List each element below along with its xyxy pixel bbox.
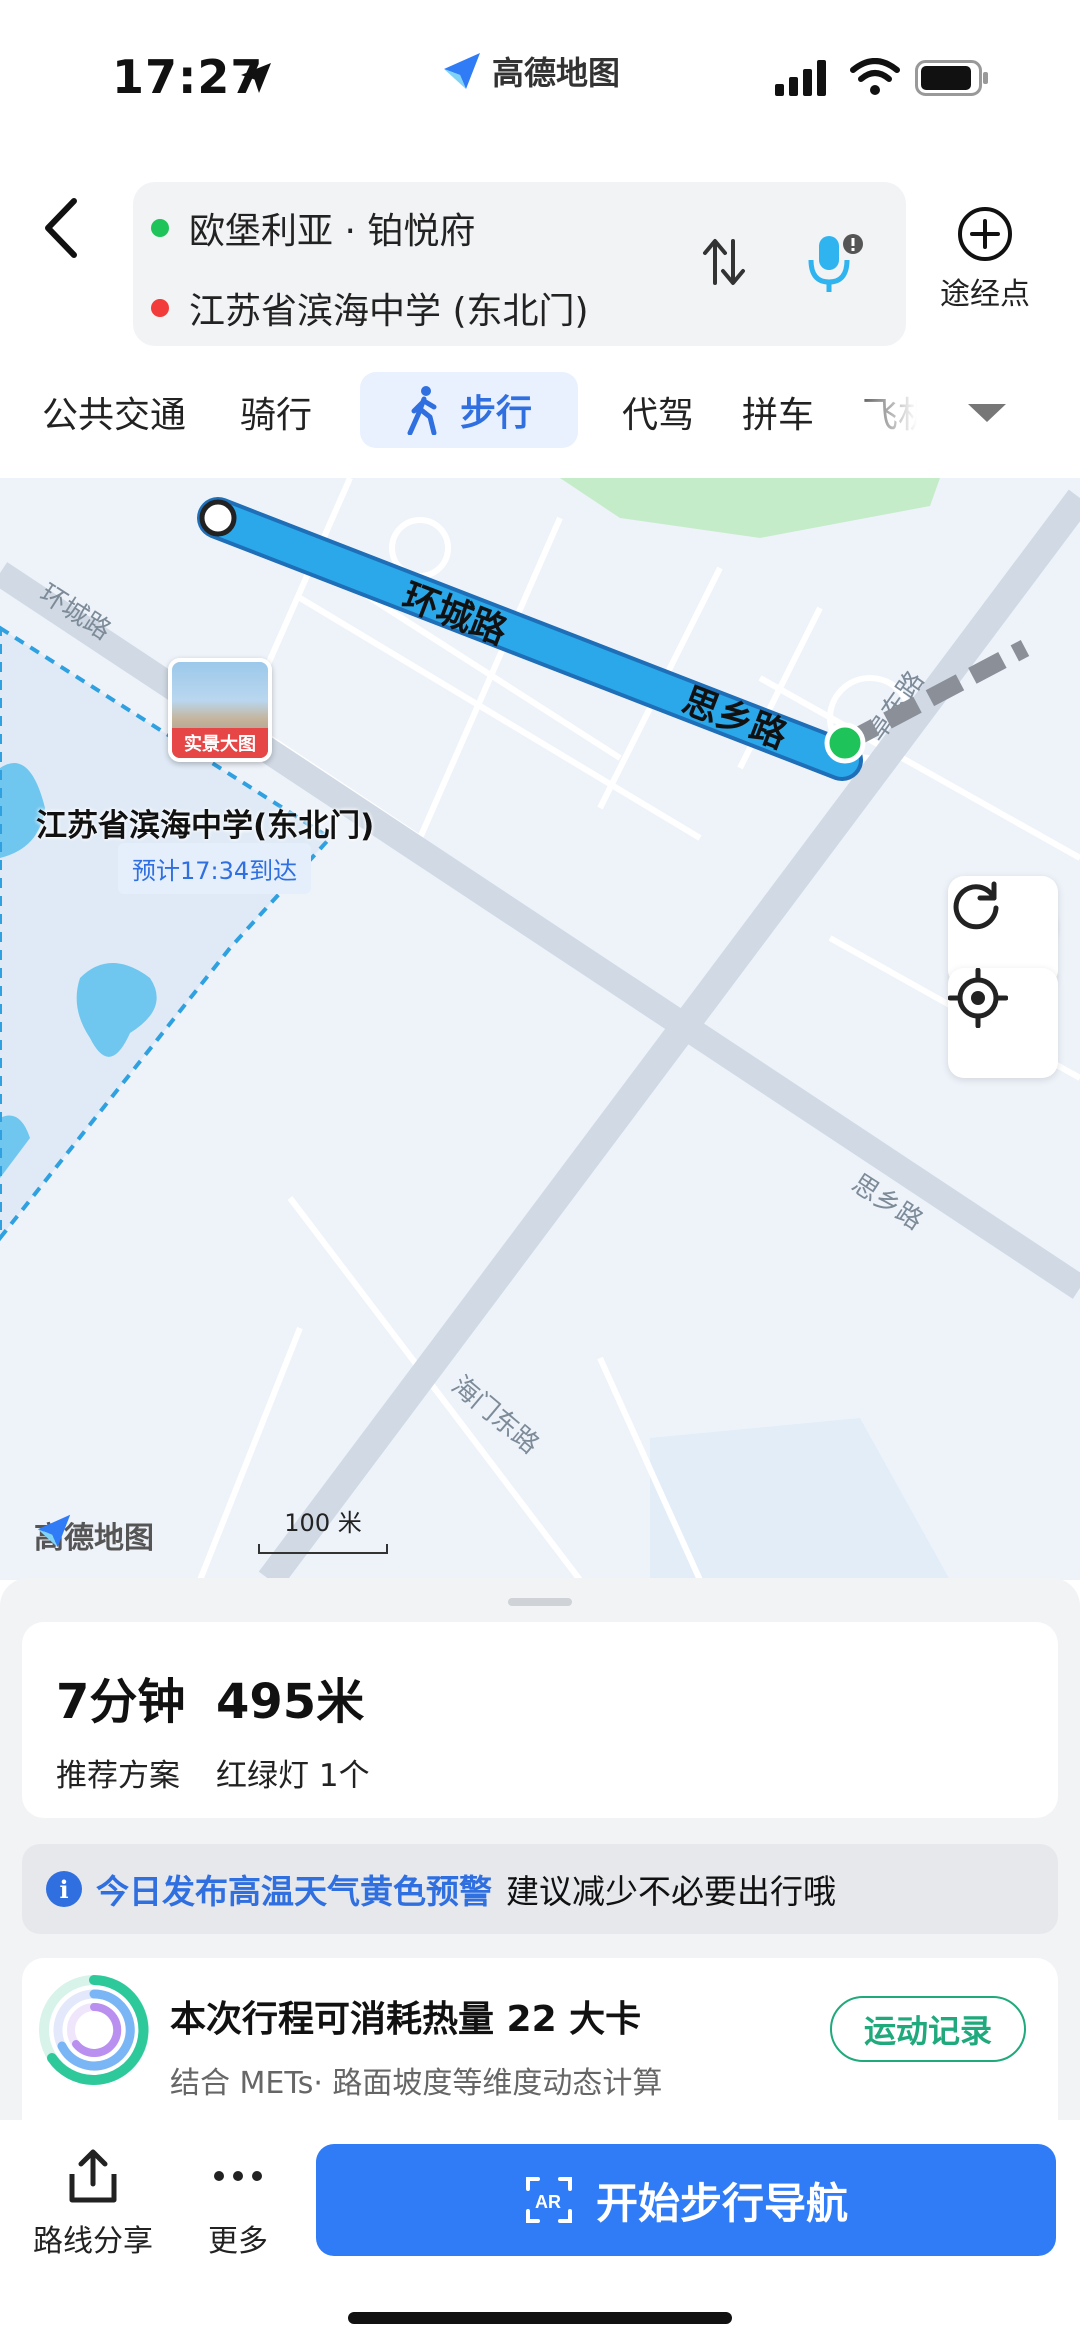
status-bar: 17:27 高德地图 (0, 0, 1080, 150)
brand: 高德地图 (440, 48, 620, 94)
share-route-label: 路线分享 (33, 2224, 153, 2259)
destination-map-label[interactable]: 江苏省滨海中学(东北门) (36, 800, 374, 845)
voice-input-icon[interactable] (803, 232, 869, 298)
tab-fade (840, 372, 950, 452)
alert-text: 建议减少不必要出行哦 (506, 1872, 836, 1911)
more-modes-chevron-icon[interactable] (966, 402, 1008, 424)
destination-row[interactable]: 江苏省滨海中学 (东北门) (151, 282, 589, 334)
tab-walking-label: 步行 (459, 393, 532, 434)
brand-name: 高德地图 (492, 54, 621, 92)
share-route-button[interactable]: 路线分享 (30, 2148, 156, 2260)
share-icon (69, 2149, 117, 2203)
destination-dot (151, 299, 169, 317)
scale-label: 100 米 (284, 1509, 362, 1537)
info-icon: i (46, 1871, 82, 1907)
travel-mode-tabs: 公共交通 骑行 步行 代驾 拼车 飞机 (0, 372, 1080, 452)
amap-logo-icon (444, 53, 480, 89)
start-navigation-label: 开始步行导航 (595, 2178, 848, 2228)
location-arrow-icon (241, 63, 271, 93)
map-view[interactable]: 环城路 阜东路 思乡路 海门东路 环城路 思乡路 实景大图 江苏省滨海中学(东北… (0, 478, 1080, 1580)
tab-walking[interactable]: 步行 (360, 372, 578, 448)
alert-highlight: 今日发布高温天气黄色预警 (96, 1872, 492, 1911)
locate-button[interactable] (948, 968, 1058, 1078)
swap-icon[interactable] (701, 237, 747, 287)
locate-crosshair-icon (948, 968, 1008, 1028)
tab-cycling[interactable]: 骑行 (240, 386, 312, 438)
walking-person-icon (407, 386, 437, 435)
wifi-icon (850, 58, 900, 95)
destination-point (199, 499, 237, 537)
weather-alert-banner[interactable]: i 今日发布高温天气黄色预警 建议减少不必要出行哦 (22, 1844, 1058, 1934)
more-button[interactable]: 更多 (196, 2148, 280, 2260)
tab-carpool[interactable]: 拼车 (742, 386, 814, 438)
svg-text:AR: AR (535, 2192, 561, 2212)
home-indicator (348, 2312, 732, 2324)
route-plan-label: 推荐方案 (56, 1758, 180, 1794)
scale-bar (258, 1544, 388, 1554)
route-distance: 495米 (216, 1674, 365, 1730)
activity-ring-icon (39, 1975, 149, 2085)
tab-designated-driver[interactable]: 代驾 (622, 386, 694, 438)
back-chevron-icon[interactable] (40, 195, 80, 261)
ar-icon: AR (525, 2177, 572, 2223)
exercise-record-button[interactable]: 运动记录 (830, 1996, 1026, 2062)
eta-badge: 预计17:34到达 (118, 843, 312, 894)
map-attribution: 高德地图 (34, 1513, 154, 1557)
more-label: 更多 (208, 2224, 268, 2259)
destination-text: 江苏省滨海中学 (东北门) (189, 291, 589, 332)
battery-icon (915, 60, 988, 96)
route-input-box[interactable]: 欧堡利亚 · 铂悦府 江苏省滨海中学 (东北门) (133, 182, 906, 346)
refresh-icon (953, 881, 999, 930)
add-waypoint-button[interactable]: 途经点 (930, 205, 1040, 313)
street-view-tag: 实景大图 (172, 728, 268, 758)
map-scale: 100 米 (258, 1503, 388, 1554)
bottom-action-bar: 路线分享 更多 AR 开始步行导航 (0, 2120, 1080, 2341)
tab-transit[interactable]: 公共交通 (42, 386, 186, 438)
traffic-light-count: 红绿灯 1个 (216, 1758, 370, 1794)
add-circle-icon (958, 207, 1012, 261)
route-duration: 7分钟 (56, 1674, 186, 1730)
waypoint-label: 途经点 (940, 277, 1030, 312)
origin-text: 欧堡利亚 · 铂悦府 (189, 211, 476, 252)
map-canvas[interactable]: 环城路 阜东路 思乡路 海门东路 环城路 思乡路 (0, 478, 1080, 1580)
signal-icon (775, 60, 826, 96)
origin-row[interactable]: 欧堡利亚 · 铂悦府 (151, 202, 475, 254)
start-walking-navigation-button[interactable]: AR 开始步行导航 (316, 2144, 1056, 2256)
calorie-title: 本次行程可消耗热量 22 大卡 (170, 1999, 642, 2040)
more-dots-icon (214, 2171, 262, 2181)
calorie-subtitle: 结合 METs· 路面坡度等维度动态计算 (170, 2066, 663, 2101)
amap-logo-icon (37, 1514, 71, 1548)
route-summary-card[interactable]: 7分钟 495米 推荐方案 红绿灯 1个 (22, 1622, 1058, 1818)
origin-point (824, 722, 866, 764)
origin-dot (151, 219, 169, 237)
sheet-drag-handle[interactable] (508, 1598, 572, 1606)
street-view-photo[interactable]: 实景大图 (168, 658, 272, 762)
